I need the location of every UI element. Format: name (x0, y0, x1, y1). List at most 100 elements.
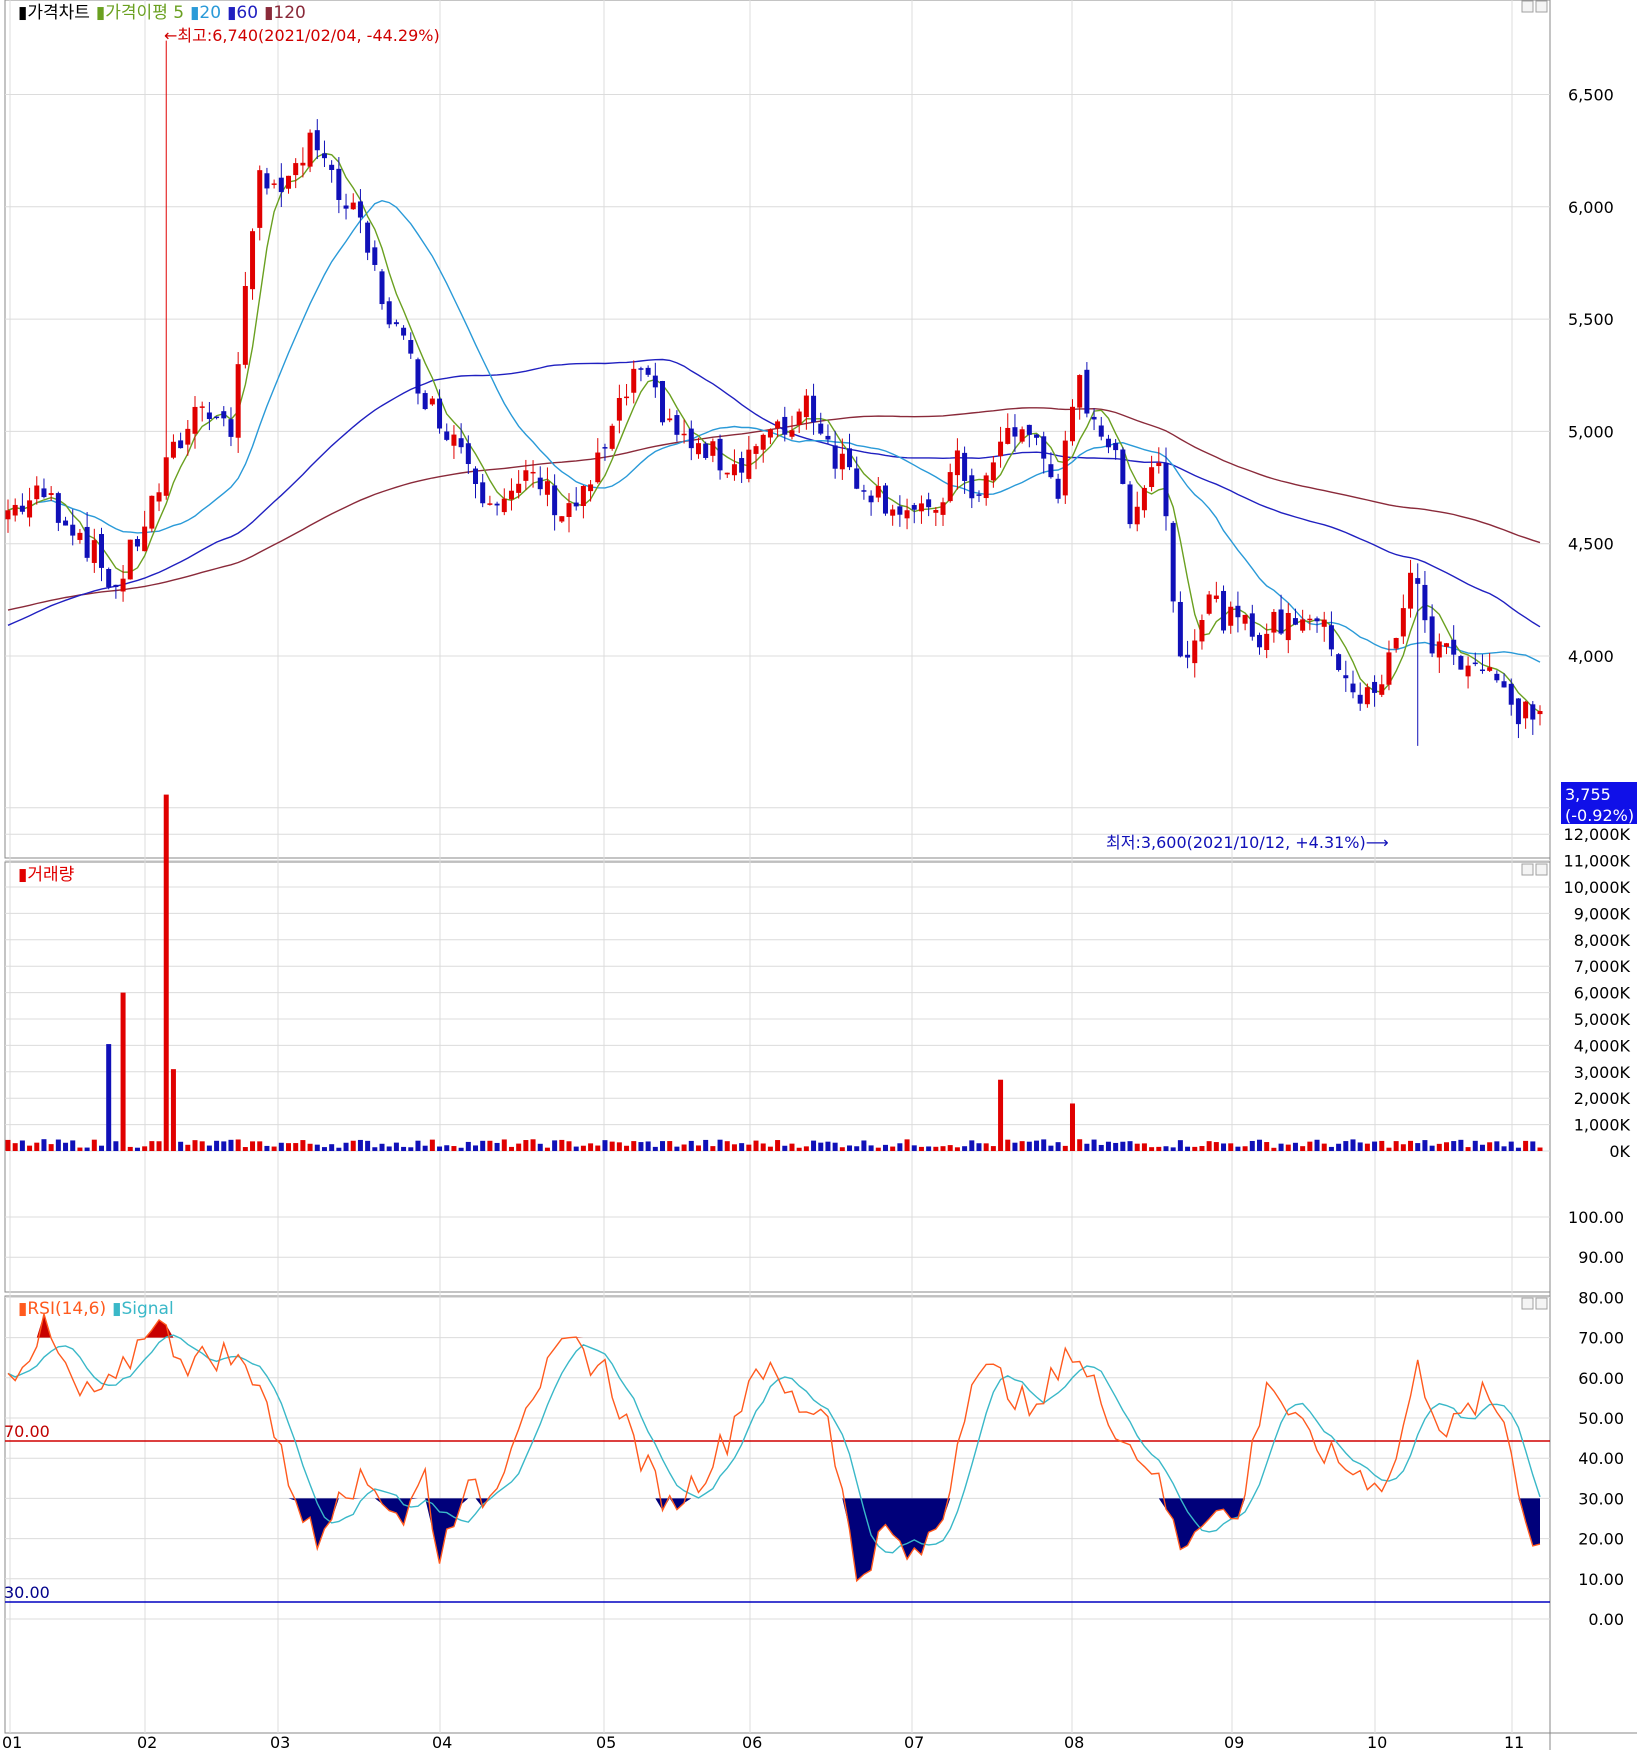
close-icon[interactable] (1535, 1297, 1548, 1310)
candle-body (314, 130, 320, 151)
volume-tick-label: 9,000K (1574, 904, 1631, 923)
candle-body (667, 418, 673, 421)
volume-bar (1041, 1139, 1047, 1151)
volume-bar (638, 1142, 644, 1151)
candle-body (868, 495, 874, 503)
candle-body (1242, 614, 1248, 624)
rsi-tick-label: 30.00 (1578, 1489, 1624, 1508)
volume-bar (825, 1141, 831, 1151)
volume-bar (1451, 1141, 1457, 1151)
candle-body (451, 434, 457, 446)
candle-body (516, 483, 522, 493)
candle-body (1264, 633, 1270, 650)
rsi-tick-label: 10.00 (1578, 1570, 1624, 1589)
legend-entry[interactable]: 가격차트 (27, 3, 90, 23)
volume-bar (63, 1142, 69, 1151)
candle-body (1192, 640, 1198, 664)
legend-entry[interactable]: 60 (236, 3, 258, 23)
volume-bar (19, 1140, 25, 1151)
candle-body (580, 486, 586, 507)
candle-body (1314, 618, 1320, 622)
candle-body (386, 301, 392, 325)
volume-bar (1177, 1140, 1183, 1151)
minimize-icon[interactable] (1521, 0, 1534, 13)
candle-body (588, 484, 594, 492)
volume-bar (415, 1140, 421, 1151)
legend-entry[interactable]: 120 (273, 3, 305, 23)
legend-entry[interactable]: 거래량 (27, 865, 74, 885)
candle-body (264, 173, 270, 189)
volume-bar (1077, 1139, 1083, 1151)
volume-bar (437, 1146, 443, 1151)
candle-body (624, 396, 630, 399)
volume-bar (228, 1139, 234, 1151)
volume-bar (746, 1144, 752, 1151)
candle-body (257, 170, 263, 228)
volume-tick-label: 0K (1609, 1142, 1630, 1161)
candle-body (149, 495, 155, 529)
legend-entry[interactable]: 20 (199, 3, 221, 23)
volume-bar (926, 1146, 932, 1151)
volume-bar (1098, 1144, 1104, 1151)
legend-entry[interactable]: RSI(14,6) (27, 1299, 106, 1319)
candle-body (1386, 652, 1392, 685)
volume-bar (336, 1147, 342, 1151)
candle-body (1256, 634, 1262, 648)
rsi-panel (4, 1295, 1551, 1734)
volume-bar (451, 1146, 457, 1151)
volume-bar (552, 1140, 558, 1151)
month-label: 01 (2, 1733, 22, 1750)
rsi-tick-label: 60.00 (1578, 1369, 1624, 1388)
candle-body (1328, 625, 1334, 650)
volume-bar (156, 1141, 162, 1151)
volume-bar (731, 1144, 737, 1151)
volume-bar (1264, 1142, 1270, 1151)
volume-bar (1249, 1140, 1255, 1151)
volume-bar (854, 1146, 860, 1151)
volume-bar (954, 1147, 960, 1151)
candle-body (19, 505, 25, 512)
minimize-icon[interactable] (1521, 863, 1534, 876)
volume-bar (142, 1146, 148, 1151)
candle-body (329, 164, 335, 170)
volume-bar (379, 1143, 385, 1151)
rsi-tick-label: 50.00 (1578, 1409, 1624, 1428)
volume-bar (77, 1147, 83, 1151)
rsi-30-label: 30.00 (4, 1583, 50, 1602)
volume-bar (314, 1144, 320, 1151)
legend-entry[interactable]: Signal (121, 1299, 173, 1319)
close-icon[interactable] (1535, 863, 1548, 876)
legend-entry[interactable]: 가격이평 5 (105, 3, 184, 23)
volume-bar (645, 1141, 651, 1151)
volume-bar (947, 1145, 953, 1151)
volume-bar (523, 1140, 529, 1151)
close-icon[interactable] (1535, 0, 1548, 13)
volume-bar (214, 1140, 220, 1151)
candle-body (660, 380, 666, 423)
volume-bar (1213, 1142, 1219, 1151)
volume-tick-label: 6,000K (1574, 984, 1631, 1003)
minimize-icon[interactable] (1521, 1297, 1534, 1310)
candle-body (1084, 369, 1090, 414)
candle-body (437, 398, 443, 429)
rsi-legend[interactable]: ▮RSI(14,6) ▮Signal (18, 1299, 174, 1319)
volume-bar (624, 1145, 630, 1151)
volume-bar (753, 1140, 759, 1151)
candle-body (1012, 427, 1018, 437)
candle-body (1408, 572, 1414, 609)
rsi-70-label: 70.00 (4, 1422, 50, 1441)
candle-body (962, 452, 968, 481)
volume-legend[interactable]: ▮거래량 (18, 865, 75, 885)
volume-bar (875, 1147, 881, 1151)
candle-body (487, 503, 493, 505)
candle-body (12, 504, 18, 516)
volume-bar (1199, 1146, 1205, 1151)
candle-body (530, 471, 536, 474)
volume-bar (1235, 1146, 1241, 1151)
volume-bar (99, 1145, 105, 1151)
volume-bar (1062, 1145, 1068, 1151)
candle-body (645, 367, 651, 375)
volume-bar (1465, 1147, 1471, 1151)
candle-body (1170, 522, 1176, 602)
volume-bar (832, 1142, 838, 1151)
